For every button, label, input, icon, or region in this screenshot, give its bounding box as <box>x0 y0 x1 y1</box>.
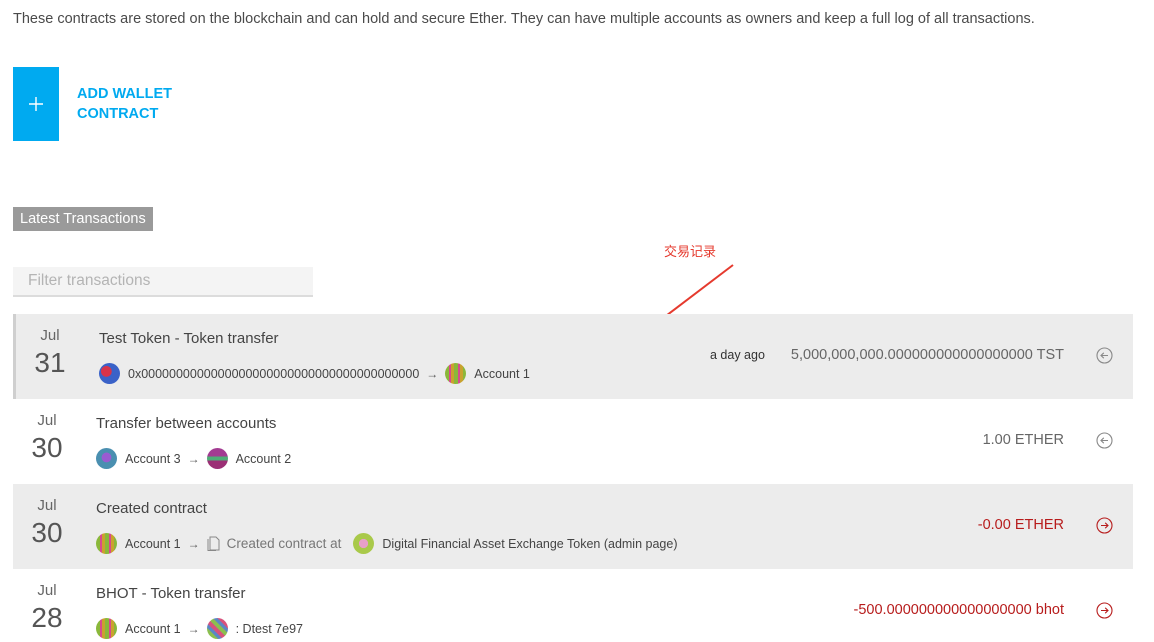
date-day: 30 <box>31 517 63 548</box>
transaction-time: a day ago <box>710 348 765 362</box>
plus-icon <box>13 67 59 141</box>
incoming-arrow-icon <box>1096 347 1113 364</box>
incoming-arrow-icon <box>1096 432 1113 449</box>
sender-name[interactable]: Account 1 <box>125 537 181 551</box>
filter-transactions-input[interactable] <box>13 267 313 297</box>
sender-address[interactable]: 0x00000000000000000000000000000000000000… <box>128 367 419 381</box>
recipient-avatar-icon <box>206 618 228 639</box>
date-month: Jul <box>40 327 60 344</box>
arrow-right-icon: → <box>187 536 200 551</box>
outgoing-arrow-icon <box>1096 517 1113 534</box>
sender-avatar-icon <box>96 618 117 639</box>
transaction-parties: 0x00000000000000000000000000000000000000… <box>99 363 530 384</box>
contract-avatar-icon <box>353 533 375 554</box>
transaction-amount: 5,000,000,000.000000000000000000 TST <box>790 347 1064 363</box>
recipient-name[interactable]: Account 1 <box>474 367 530 381</box>
sender-name[interactable]: Account 1 <box>125 622 181 636</box>
transaction-amount: -0.00 ETHER <box>977 517 1064 533</box>
date-day: 28 <box>31 602 63 633</box>
transaction-date: Jul 28 <box>27 581 67 635</box>
document-icon <box>207 536 220 551</box>
add-wallet-contract-button[interactable]: ADD WALLET CONTRACT <box>13 67 187 141</box>
sender-avatar-icon <box>96 448 117 469</box>
recipient-avatar-icon <box>445 363 467 384</box>
transaction-title: Test Token - Token transfer <box>99 330 279 347</box>
contract-name[interactable]: Digital Financial Asset Exchange Token (… <box>382 537 677 551</box>
date-day: 31 <box>34 347 66 378</box>
transaction-title: Transfer between accounts <box>96 415 277 432</box>
transaction-parties: Account 1 → Created contract at Digital … <box>96 533 677 554</box>
outgoing-arrow-icon <box>1096 602 1113 619</box>
recipient-avatar-icon <box>206 448 228 469</box>
date-month: Jul <box>37 497 57 514</box>
transaction-row[interactable]: Jul 30 Transfer between accounts Account… <box>13 399 1133 484</box>
sender-name[interactable]: Account 3 <box>125 452 181 466</box>
transaction-date: Jul 30 <box>27 411 67 465</box>
section-title: Latest Transactions <box>13 207 153 231</box>
date-month: Jul <box>37 582 57 599</box>
sender-avatar-icon <box>99 363 120 384</box>
transaction-parties: Account 1 → : Dtest 7e97 <box>96 618 303 639</box>
transaction-title: Created contract <box>96 500 207 517</box>
transaction-amount: 1.00 ETHER <box>982 432 1064 448</box>
recipient-name[interactable]: : Dtest 7e97 <box>236 622 303 636</box>
transaction-row[interactable]: Jul 31 Test Token - Token transfer 0x000… <box>13 314 1133 399</box>
date-day: 30 <box>31 432 63 463</box>
arrow-right-icon: → <box>187 621 200 636</box>
add-wallet-label: ADD WALLET CONTRACT <box>77 86 173 122</box>
intro-text: These contracts are stored on the blockc… <box>13 11 1035 27</box>
recipient-name[interactable]: Account 2 <box>236 452 292 466</box>
transaction-date: Jul 30 <box>27 496 67 550</box>
arrow-right-icon: → <box>187 451 200 466</box>
sender-avatar-icon <box>96 533 117 554</box>
created-contract-label: Created contract at <box>226 536 342 551</box>
transaction-row[interactable]: Jul 30 Created contract Account 1 → Crea… <box>13 484 1133 569</box>
date-month: Jul <box>37 412 57 429</box>
transaction-title: BHOT - Token transfer <box>96 585 246 602</box>
transaction-row[interactable]: Jul 28 BHOT - Token transfer Account 1 →… <box>13 569 1133 642</box>
transaction-amount: -500.000000000000000000 bhot <box>853 602 1064 618</box>
transaction-date: Jul 31 <box>30 326 70 380</box>
transaction-parties: Account 3 → Account 2 <box>96 448 291 469</box>
arrow-right-icon: → <box>426 366 439 381</box>
